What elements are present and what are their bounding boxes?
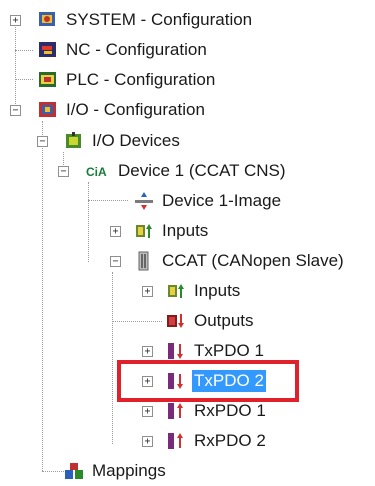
io-devices-icon: [64, 131, 84, 151]
expand-button[interactable]: +: [142, 406, 153, 417]
nc-config-icon: [38, 40, 58, 60]
plc-config-icon: [38, 70, 58, 90]
highlight-frame: [117, 360, 299, 402]
mappings-icon: [64, 461, 84, 481]
tree-item-nc[interactable]: NC - Configuration: [38, 37, 209, 63]
tree-item-io-devices[interactable]: I/O Devices: [64, 128, 182, 154]
configuration-tree: + − − − + − + + + + + SYSTEM - Configura…: [0, 0, 375, 485]
inputs-icon: [134, 221, 154, 241]
canopen-device-icon: CiA: [86, 161, 114, 181]
tree-item-label: I/O - Configuration: [66, 100, 205, 119]
tree-item-label: Inputs: [194, 281, 241, 300]
inputs-icon: [166, 281, 186, 301]
tree-line: [15, 25, 16, 110]
tree-item-label: Outputs: [194, 311, 254, 330]
tree-item-rxpdo2[interactable]: RxPDO 2: [166, 428, 268, 454]
io-config-icon: [38, 100, 58, 120]
tree-item-plc[interactable]: PLC - Configuration: [38, 67, 217, 93]
tree-item-label: SYSTEM - Configuration: [66, 10, 253, 29]
tree-item-label: Inputs: [162, 221, 209, 240]
expand-button[interactable]: +: [10, 15, 21, 26]
rxpdo-icon: [166, 401, 186, 421]
tree-item-label: CCAT (CANopen Slave): [162, 251, 344, 270]
process-image-icon: [134, 191, 154, 211]
tree-line: [42, 471, 64, 472]
tree-item-inputs[interactable]: Inputs: [134, 218, 210, 244]
tree-item-label: Device 1 (CCAT CNS): [118, 161, 286, 180]
tree-item-label: NC - Configuration: [66, 40, 207, 59]
collapse-button[interactable]: −: [58, 166, 69, 177]
tree-item-label: RxPDO 1: [194, 401, 266, 420]
collapse-button[interactable]: −: [37, 136, 48, 147]
tree-line: [112, 321, 162, 322]
tree-item-label: Mappings: [92, 461, 166, 480]
collapse-button[interactable]: −: [10, 105, 21, 116]
canopen-slave-icon: [134, 251, 154, 271]
expand-button[interactable]: +: [142, 346, 153, 357]
outputs-icon: [166, 311, 186, 331]
system-config-icon: [38, 10, 58, 30]
tree-item-label: RxPDO 2: [194, 431, 266, 450]
cia-badge: CiA: [86, 165, 107, 179]
tree-item-label: TxPDO 1: [194, 341, 264, 360]
expand-button[interactable]: +: [142, 436, 153, 447]
tree-item-device1[interactable]: CiA Device 1 (CCAT CNS): [86, 158, 288, 184]
tree-item-io[interactable]: I/O - Configuration: [38, 97, 207, 123]
txpdo-icon: [166, 341, 186, 361]
tree-item-label: I/O Devices: [92, 131, 180, 150]
tree-line: [88, 200, 128, 201]
expand-button[interactable]: +: [142, 286, 153, 297]
tree-item-ccat-inputs[interactable]: Inputs: [166, 278, 242, 304]
expand-button[interactable]: +: [110, 226, 121, 237]
collapse-button[interactable]: −: [110, 256, 121, 267]
tree-line: [112, 272, 113, 444]
tree-line: [15, 50, 33, 51]
rxpdo-icon: [166, 431, 186, 451]
tree-item-system[interactable]: SYSTEM - Configuration: [38, 7, 254, 33]
tree-item-label: PLC - Configuration: [66, 70, 216, 89]
tree-item-label: Device 1-Image: [162, 191, 282, 210]
tree-line: [42, 121, 43, 471]
tree-item-mappings[interactable]: Mappings: [64, 458, 168, 484]
tree-line: [88, 182, 89, 262]
tree-line: [15, 79, 33, 80]
tree-item-ccat[interactable]: CCAT (CANopen Slave): [134, 248, 346, 274]
tree-item-device1-image[interactable]: Device 1-Image: [134, 188, 283, 214]
tree-item-outputs[interactable]: Outputs: [166, 308, 256, 334]
